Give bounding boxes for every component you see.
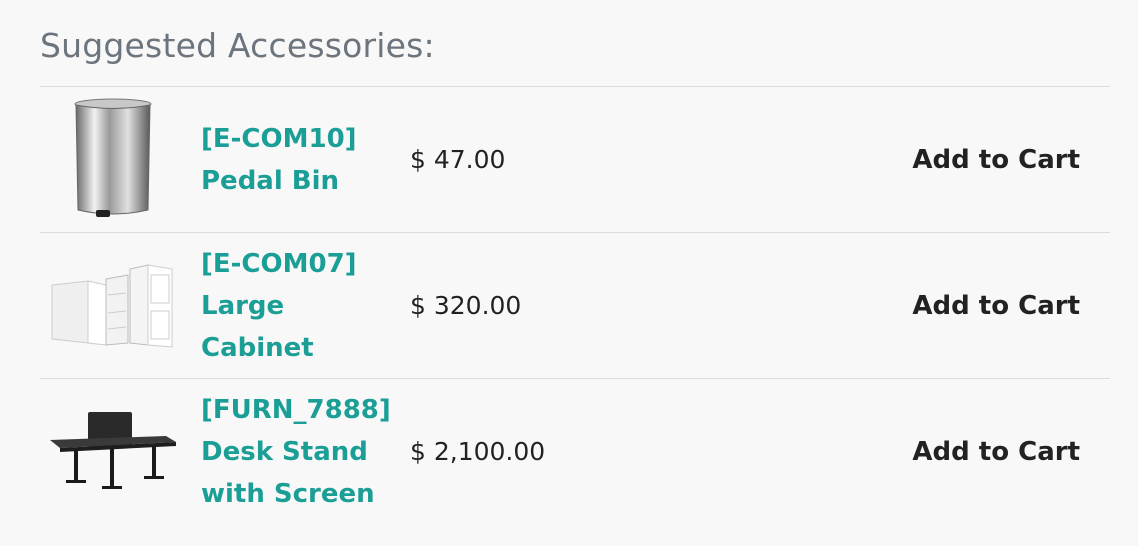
table-row: [E-COM07] Large Cabinet $ 320.00 Add to … <box>40 232 1110 378</box>
pedal-bin-image[interactable] <box>48 95 178 223</box>
product-ref[interactable]: [E-COM10] <box>201 118 401 160</box>
add-to-cart-button[interactable]: Add to Cart <box>912 87 1080 232</box>
accessories-table: [E-COM10] Pedal Bin $ 47.00 Add to Cart … <box>40 86 1110 524</box>
product-name-line[interactable]: with Screen <box>201 473 401 515</box>
product-name-line[interactable]: Cabinet <box>201 327 401 369</box>
product-name-line[interactable]: Desk Stand <box>201 431 401 473</box>
product-price: $ 47.00 <box>410 145 506 174</box>
section-title: Suggested Accessories: <box>40 26 435 65</box>
product-price: $ 2,100.00 <box>410 437 546 466</box>
table-row: [E-COM10] Pedal Bin $ 47.00 Add to Cart <box>40 86 1110 232</box>
product-link[interactable]: [E-COM07] Large Cabinet <box>201 233 401 378</box>
product-link[interactable]: [E-COM10] Pedal Bin <box>201 87 401 232</box>
add-to-cart-button[interactable]: Add to Cart <box>912 233 1080 378</box>
product-price: $ 320.00 <box>410 291 522 320</box>
product-name-line[interactable]: Large <box>201 285 401 327</box>
product-ref[interactable]: [FURN_7888] <box>201 389 401 431</box>
product-link[interactable]: [FURN_7888] Desk Stand with Screen <box>201 379 401 524</box>
table-row: [FURN_7888] Desk Stand with Screen $ 2,1… <box>40 378 1110 524</box>
add-to-cart-button[interactable]: Add to Cart <box>912 379 1080 524</box>
product-name-line[interactable]: Pedal Bin <box>201 160 401 202</box>
large-cabinet-image[interactable] <box>48 241 178 369</box>
product-ref[interactable]: [E-COM07] <box>201 243 401 285</box>
desk-stand-image[interactable] <box>48 387 178 515</box>
